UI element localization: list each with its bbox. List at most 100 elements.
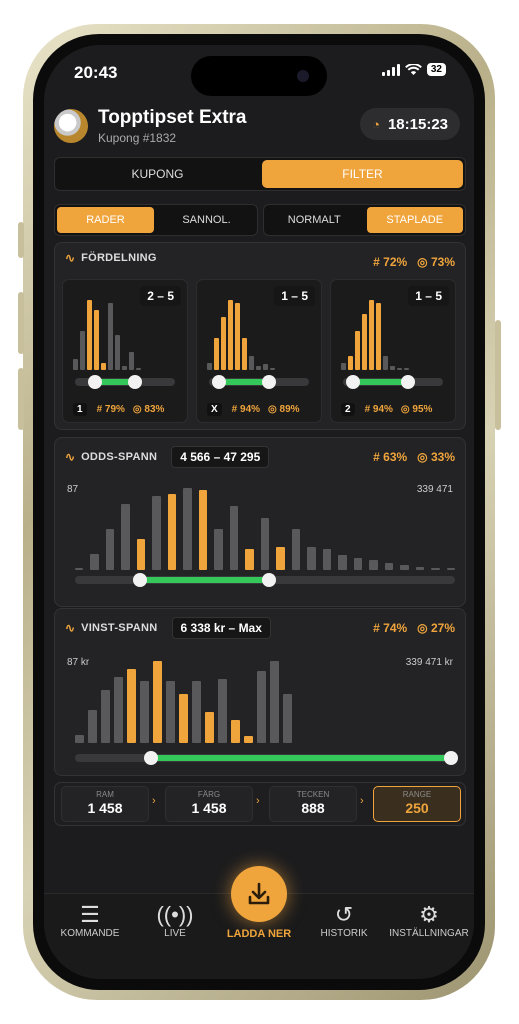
fordelning-title: FÖRDELNING xyxy=(81,252,157,264)
counter-farg[interactable]: FÄRG 1 458 xyxy=(165,786,253,822)
bar xyxy=(140,681,149,743)
bar-highlighted xyxy=(198,490,208,570)
slider-handle-min[interactable] xyxy=(346,375,360,389)
stat-hash: # 94% xyxy=(231,404,261,415)
stat-prob: ◎ 33% xyxy=(417,450,455,464)
wifi-icon xyxy=(404,63,422,75)
odds-range-badge[interactable]: 4 566 – 47 295 xyxy=(171,446,270,468)
nav-live[interactable]: ((•)) LIVE xyxy=(135,902,215,939)
odds-histogram xyxy=(75,488,456,570)
bar-highlighted xyxy=(228,300,233,370)
bar xyxy=(263,364,268,370)
counter-label: RAM xyxy=(96,790,114,799)
slider-handle-min[interactable] xyxy=(144,751,158,765)
card-symbol: X xyxy=(207,403,222,416)
tab-filter[interactable]: FILTER xyxy=(262,160,463,188)
toggle-staplade[interactable]: STAPLADE xyxy=(366,207,463,233)
card-histogram xyxy=(73,298,173,370)
chevron-right-icon: › xyxy=(256,795,260,807)
bar xyxy=(415,567,425,570)
bar-highlighted xyxy=(231,720,240,743)
vinst-spann-header: ∿ VINST-SPANN 6 338 kr – Max xyxy=(65,617,271,639)
toggle-sannol[interactable]: SANNOL. xyxy=(158,207,255,233)
nav-installningar[interactable]: ⚙ INSTÄLLNINGAR xyxy=(389,902,469,939)
card-slider[interactable] xyxy=(343,375,443,389)
slider-handle-max[interactable] xyxy=(261,573,276,587)
battery-icon: 32 xyxy=(426,63,446,76)
card-slider[interactable] xyxy=(209,375,309,389)
card-symbol: 2 xyxy=(341,403,355,416)
bar xyxy=(341,363,346,370)
bar xyxy=(129,352,134,370)
camera-icon xyxy=(297,70,309,82)
toggle-rader[interactable]: RADER xyxy=(57,207,154,233)
history-icon: ↺ xyxy=(334,902,354,927)
card-slider[interactable] xyxy=(75,375,175,389)
slider-handle-min[interactable] xyxy=(88,375,102,389)
app-title: Topptipset Extra xyxy=(98,107,247,128)
bar-highlighted xyxy=(221,317,226,370)
counter-label: RANGE xyxy=(402,790,432,799)
stat-hash: # 79% xyxy=(96,404,125,415)
nav-label: HISTORIK xyxy=(320,928,368,939)
vinst-max-label: 339 471 kr xyxy=(405,657,453,668)
bar-highlighted xyxy=(153,661,162,743)
bar xyxy=(307,547,316,570)
bar xyxy=(75,735,84,743)
nav-kommande[interactable]: ☰ KOMMANDE xyxy=(50,902,130,939)
bar xyxy=(122,366,127,370)
bar xyxy=(369,560,378,570)
slider-handle-min[interactable] xyxy=(132,573,147,587)
download-label: LADDA NER xyxy=(226,928,292,940)
stat-hash: # 74% xyxy=(373,621,408,635)
counter-tecken[interactable]: TECKEN 888 xyxy=(269,786,357,822)
counter-ram[interactable]: RAM 1 458 xyxy=(61,786,149,822)
slider-handle-max[interactable] xyxy=(401,375,415,389)
stat-hash: # 63% xyxy=(373,450,408,464)
nav-label: LIVE xyxy=(164,928,186,939)
bar xyxy=(283,694,292,743)
slider-handle-min[interactable] xyxy=(212,375,226,389)
bar xyxy=(88,710,97,743)
distribution-card: 2 – 5 1 # 79% ◎ 83% xyxy=(62,279,188,423)
bar xyxy=(73,359,78,370)
view-toggle: NORMALT STAPLADE xyxy=(263,204,466,236)
bar xyxy=(75,568,84,570)
bar-highlighted xyxy=(127,669,136,743)
stat-prob: ◎ 73% xyxy=(417,255,455,269)
toggle-normalt[interactable]: NORMALT xyxy=(266,207,363,233)
slider-handle-max[interactable] xyxy=(444,751,459,765)
bar xyxy=(260,518,270,570)
counter-label: FÄRG xyxy=(197,790,221,799)
bar-highlighted xyxy=(244,736,253,743)
slider-handle-max[interactable] xyxy=(262,375,276,389)
counter-label: TECKEN xyxy=(296,790,330,799)
bar xyxy=(114,677,123,743)
odds-spann-header: ∿ ODDS-SPANN 4 566 – 47 295 xyxy=(65,446,270,468)
download-icon xyxy=(248,882,270,905)
odds-slider[interactable] xyxy=(75,573,455,587)
slider-handle-max[interactable] xyxy=(128,375,142,389)
mode-toggle: RADER SANNOL. xyxy=(54,204,258,236)
bar xyxy=(115,335,120,370)
bar xyxy=(256,366,261,370)
card-symbol: 1 xyxy=(73,403,87,416)
nav-historik[interactable]: ↺ HISTORIK xyxy=(304,902,384,939)
bar-highlighted xyxy=(101,363,106,370)
counter-range[interactable]: RANGE 250 xyxy=(373,786,461,822)
download-button[interactable] xyxy=(231,866,287,922)
bar-highlighted xyxy=(362,314,367,370)
card-footer: X # 94% ◎ 89% xyxy=(207,403,313,416)
vinst-slider[interactable] xyxy=(75,751,459,765)
vinst-spann-stats: # 74% ◎ 27% xyxy=(373,621,455,635)
stat-prob: ◎ 89% xyxy=(268,404,300,415)
bar xyxy=(136,368,141,370)
vinst-range-badge[interactable]: 6 338 kr – Max xyxy=(171,617,271,639)
pulse-icon: ∿ xyxy=(65,450,76,464)
odds-spann-title: ODDS-SPANN xyxy=(81,451,158,463)
counter-value: 250 xyxy=(405,800,429,816)
bar-highlighted xyxy=(355,331,360,370)
bar-highlighted xyxy=(235,303,240,370)
bar xyxy=(353,558,363,570)
tab-kupong[interactable]: KUPONG xyxy=(57,160,258,188)
